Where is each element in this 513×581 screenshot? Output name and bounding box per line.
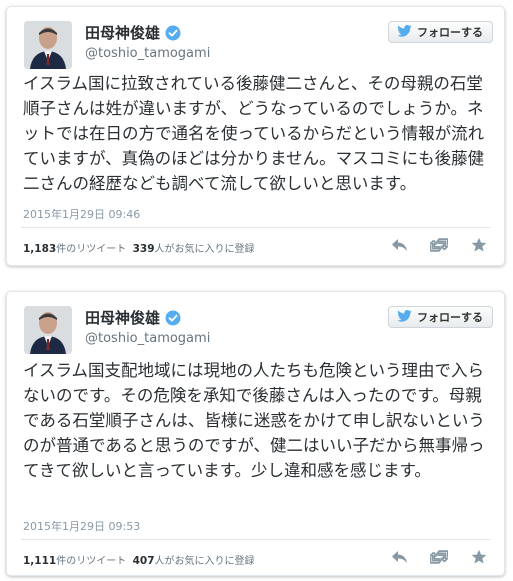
tweet-actions <box>390 548 488 566</box>
favorite-count-label: 人がお気に入りに登録 <box>154 244 255 255</box>
retweet-icon[interactable] <box>430 236 448 254</box>
favorite-star-icon[interactable] <box>470 236 488 254</box>
follow-button[interactable]: フォローする <box>388 21 493 43</box>
display-name-text[interactable]: 田母神俊雄 <box>85 22 160 43</box>
favorite-count[interactable]: 407 <box>133 555 155 567</box>
follow-button-label: フォローする <box>417 311 483 324</box>
favorite-star-icon[interactable] <box>470 548 488 566</box>
tweet-card: 田母神俊雄 @toshio_tamogami フォローする イスラム国支配地域に… <box>6 291 505 576</box>
reply-icon[interactable] <box>390 548 408 566</box>
verified-badge-icon <box>165 25 181 41</box>
tweet-timestamp[interactable]: 2015年1月29日 09:46 <box>23 206 140 222</box>
follow-button[interactable]: フォローする <box>388 306 493 328</box>
tweet-actions <box>390 236 488 254</box>
avatar[interactable] <box>24 21 72 69</box>
retweet-count-label: 件のリツイート <box>56 244 127 255</box>
tweet-card: 田母神俊雄 @toshio_tamogami フォローする イスラム国に拉致され… <box>6 6 505 266</box>
favorite-count[interactable]: 339 <box>133 243 155 255</box>
divider <box>21 539 490 540</box>
twitter-bird-icon <box>397 309 412 325</box>
twitter-bird-icon <box>397 24 412 40</box>
retweet-count-label: 件のリツイート <box>56 556 127 567</box>
favorite-count-label: 人がお気に入りに登録 <box>154 556 255 567</box>
retweet-icon[interactable] <box>430 548 448 566</box>
display-name-text[interactable]: 田母神俊雄 <box>85 307 160 328</box>
reply-icon[interactable] <box>390 236 408 254</box>
tweet-stats: 1,183件のリツイート 339人がお気に入りに登録 <box>23 240 255 255</box>
tweet-stats: 1,111件のリツイート 407人がお気に入りに登録 <box>23 552 255 567</box>
display-name[interactable]: 田母神俊雄 <box>85 22 181 43</box>
follow-button-label: フォローする <box>417 26 483 39</box>
retweet-count[interactable]: 1,183 <box>23 243 56 255</box>
user-handle[interactable]: @toshio_tamogami <box>85 46 210 61</box>
tweet-text: イスラム国支配地域には現地の人たちも危険という理由で入らないのです。その危険を承… <box>23 361 485 480</box>
verified-badge-icon <box>165 310 181 326</box>
tweet-text: イスラム国に拉致されている後藤健二さんと、その母親の石堂順子さんは姓が違いますが… <box>23 74 485 193</box>
display-name[interactable]: 田母神俊雄 <box>85 307 181 328</box>
user-handle[interactable]: @toshio_tamogami <box>85 331 210 346</box>
tweet-timestamp[interactable]: 2015年1月29日 09:53 <box>23 518 140 534</box>
divider <box>21 227 490 228</box>
avatar[interactable] <box>24 306 72 354</box>
retweet-count[interactable]: 1,111 <box>23 555 56 567</box>
